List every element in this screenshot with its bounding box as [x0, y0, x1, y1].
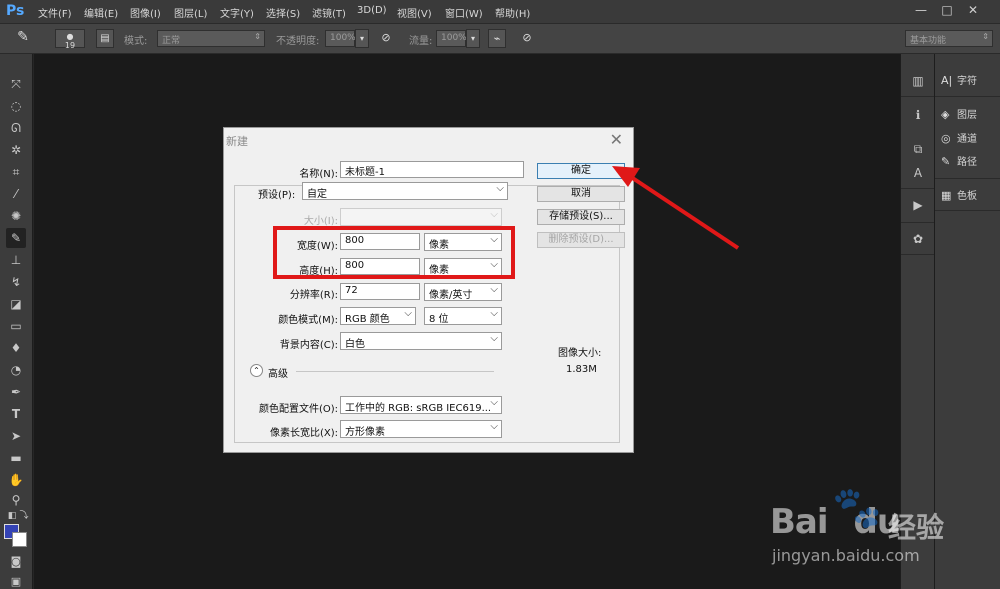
- watermark-url: jingyan.baidu.com: [772, 546, 920, 565]
- watermark-chinese: 经验: [888, 511, 945, 544]
- arrow-head: [612, 166, 640, 187]
- arrow-line: [626, 173, 740, 250]
- watermark: Bai du 🐾 经验 jingyan.baidu.com: [770, 480, 990, 580]
- paw-icon: 🐾: [832, 485, 882, 531]
